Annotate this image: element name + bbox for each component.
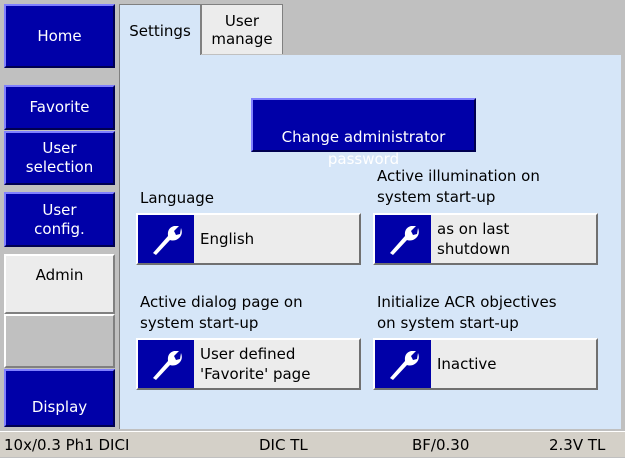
sidebar-item-display[interactable]: Display [4, 369, 115, 427]
language-label: Language [140, 189, 215, 207]
acr-setting[interactable]: Inactive [373, 338, 598, 390]
sidebar-item-label: Admin [35, 266, 84, 284]
sidebar-item-label: User config. [34, 200, 85, 238]
tab-settings[interactable]: Settings [119, 4, 201, 56]
status-contrast: DIC TL [259, 436, 308, 454]
sidebar-item-label: Favorite [29, 98, 90, 116]
change-password-button[interactable]: Change administrator password [251, 98, 476, 168]
illumination-value: as on last shutdown [437, 220, 511, 258]
tab-label: Settings [129, 21, 191, 40]
illumination-setting[interactable]: as on last shutdown [373, 213, 598, 265]
status-aperture: BF/0.30 [412, 436, 470, 454]
language-setting[interactable]: English [136, 213, 361, 265]
sidebar-item-label: Display [31, 398, 88, 416]
sidebar-item-home[interactable]: Home [4, 4, 115, 68]
illumination-label: Active illumination on system start-up [377, 167, 540, 206]
sidebar-item-admin[interactable]: Admin [4, 254, 115, 314]
sidebar-item-user-selection[interactable]: User selection [4, 131, 115, 185]
sidebar-item-favorite[interactable]: Favorite [4, 85, 115, 130]
wrench-icon [138, 215, 194, 263]
sidebar: Home Favorite User selection User config… [0, 0, 118, 431]
acr-value: Inactive [437, 355, 497, 373]
wrench-icon [375, 215, 431, 263]
wrench-icon [375, 340, 431, 388]
acr-label: Initialize ACR objectives on system star… [377, 293, 557, 332]
dialog-page-label: Active dialog page on system start-up [140, 293, 303, 332]
tab-user-manage[interactable]: User manage [201, 4, 283, 54]
language-value: English [200, 230, 255, 248]
status-bar: 10x/0.3 Ph1 DICI DIC TL BF/0.30 2.3V TL [0, 431, 625, 457]
dialog-page-setting[interactable]: User defined 'Favorite' page [136, 338, 361, 390]
tab-label: User manage [211, 11, 273, 48]
sidebar-item-label: User selection [25, 139, 94, 176]
sidebar-spacer [4, 314, 115, 368]
sidebar-item-label: Home [37, 26, 82, 45]
status-objective: 10x/0.3 Ph1 DICI [4, 436, 130, 454]
dialog-page-value: User defined 'Favorite' page [200, 345, 311, 383]
sidebar-item-user-config[interactable]: User config. [4, 192, 115, 247]
status-voltage: 2.3V TL [549, 436, 606, 454]
wrench-icon [138, 340, 194, 388]
